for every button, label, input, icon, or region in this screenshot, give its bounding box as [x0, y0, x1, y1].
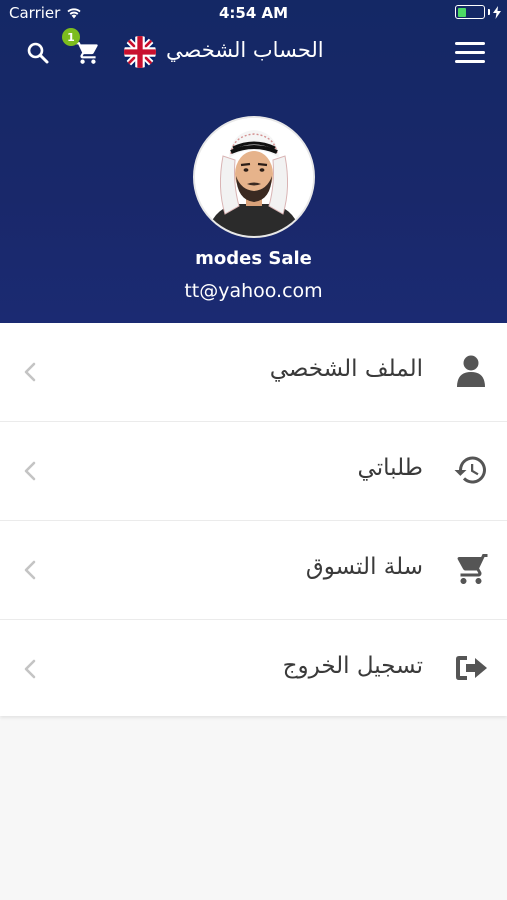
menu-item-profile[interactable]: الملف الشخصي [0, 323, 507, 422]
menu-item-cart[interactable]: سلة التسوق [0, 521, 507, 620]
account-menu-list: الملف الشخصي طلباتي سلة التسوق تسجيل الخ… [0, 323, 507, 716]
cart-icon [457, 554, 488, 584]
user-icon [457, 355, 485, 387]
menu-item-logout[interactable]: تسجيل الخروج [0, 620, 507, 716]
nav-bar: 1 الحساب الشخصي [0, 28, 507, 76]
chevron-left-icon [24, 659, 36, 679]
avatar[interactable] [193, 116, 315, 238]
menu-item-orders[interactable]: طلباتي [0, 422, 507, 521]
status-time: 4:54 AM [218, 4, 289, 22]
charging-bolt-icon [493, 5, 501, 19]
status-bar: Carrier 4:54 AM [0, 0, 507, 28]
page-title: الحساب الشخصي [166, 38, 324, 62]
chevron-left-icon [24, 461, 36, 481]
chevron-left-icon [24, 362, 36, 382]
menu-item-label: طلباتي [357, 455, 423, 481]
battery-indicator [455, 5, 501, 19]
chevron-left-icon [24, 560, 36, 580]
menu-item-label: تسجيل الخروج [282, 653, 423, 679]
user-email: tt@yahoo.com [184, 280, 323, 302]
cart-icon [76, 42, 98, 64]
battery-icon [455, 5, 485, 19]
cart-count-badge: 1 [62, 28, 80, 46]
avatar-illustration [195, 118, 313, 236]
menu-item-label: الملف الشخصي [269, 356, 423, 382]
history-icon [454, 456, 486, 484]
uk-flag-icon[interactable] [124, 36, 156, 68]
search-icon[interactable] [23, 38, 53, 68]
hamburger-menu-icon[interactable] [453, 37, 487, 67]
menu-item-label: سلة التسوق [305, 554, 423, 580]
account-header: Carrier 4:54 AM 1 الحساب الشخصي modes Sa… [0, 0, 507, 323]
user-name: modes Sale [195, 248, 312, 269]
logout-icon [456, 656, 487, 680]
